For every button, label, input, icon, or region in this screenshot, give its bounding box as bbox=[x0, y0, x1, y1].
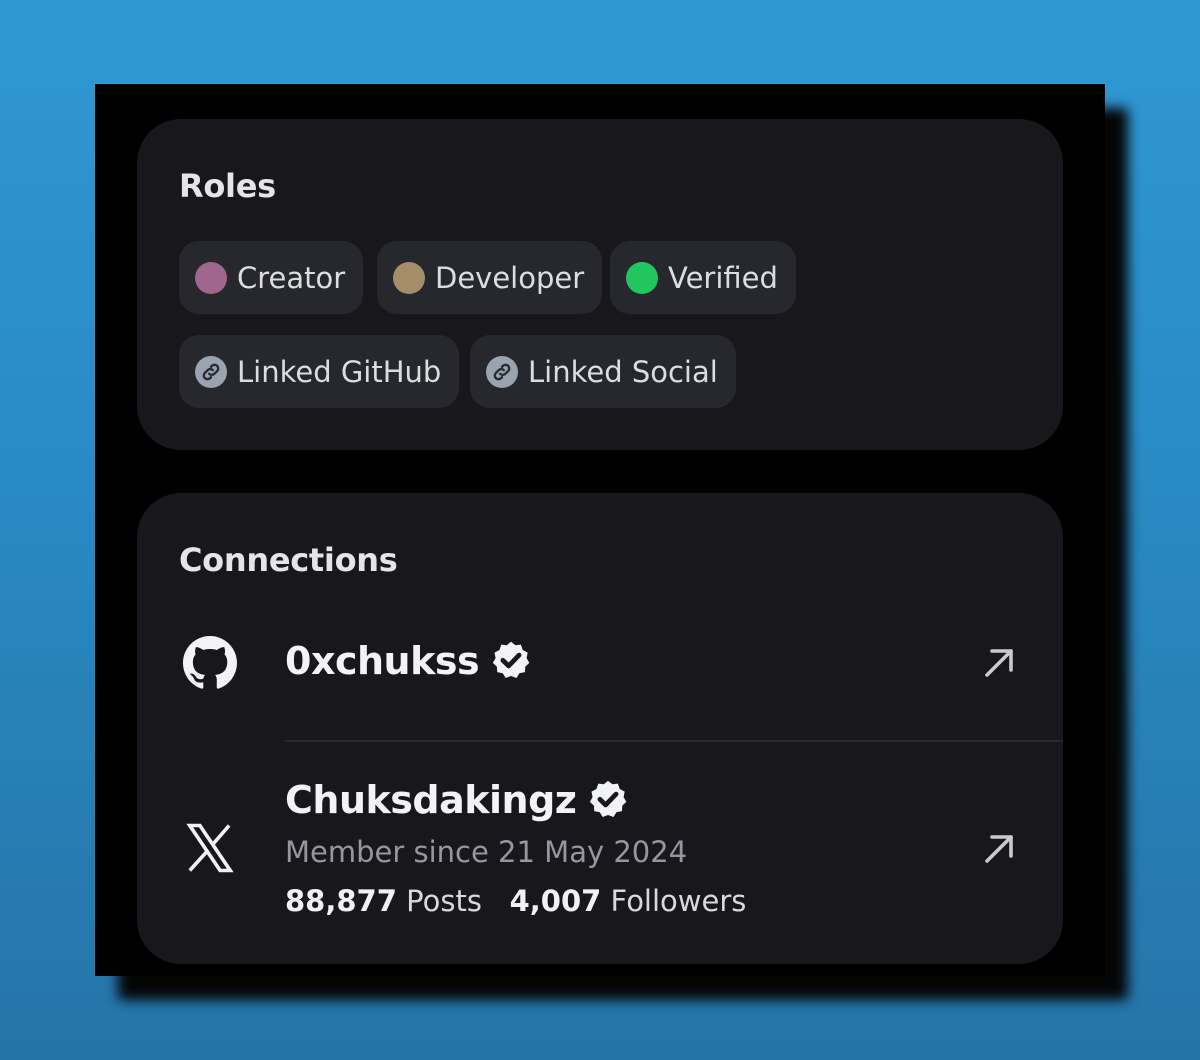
role-pill-linked-github[interactable]: Linked GitHub bbox=[179, 335, 460, 408]
role-color-dot bbox=[195, 261, 227, 294]
role-label: Verified bbox=[668, 260, 778, 295]
connection-handle: 0xchukss bbox=[285, 639, 533, 683]
role-label: Developer bbox=[435, 260, 585, 295]
github-icon bbox=[183, 636, 237, 694]
open-external-arrow-icon[interactable] bbox=[979, 829, 1019, 869]
connection-handle: Chuksdakingz bbox=[285, 778, 630, 822]
member-since-text: Member since 21 May 2024 bbox=[285, 835, 688, 869]
link-icon bbox=[486, 355, 518, 388]
posts-label: Posts bbox=[406, 884, 482, 918]
x-handle: Chuksdakingz bbox=[285, 778, 577, 822]
github-handle: 0xchukss bbox=[285, 639, 480, 683]
connections-card: Connections 0xchukss Chuksdakingz Member… bbox=[137, 493, 1063, 964]
role-label: Linked Social bbox=[528, 354, 718, 389]
role-pill-developer[interactable]: Developer bbox=[377, 241, 603, 314]
x-icon bbox=[183, 821, 237, 879]
posts-count: 88,877 bbox=[285, 884, 397, 918]
roles-card: Roles Creator Developer Verified Linked … bbox=[137, 119, 1063, 450]
connection-row-x[interactable]: Chuksdakingz Member since 21 May 2024 88… bbox=[137, 743, 1063, 964]
x-stats: 88,877 Posts 4,007 Followers bbox=[285, 884, 746, 918]
profile-panel: Roles Creator Developer Verified Linked … bbox=[95, 84, 1105, 976]
role-pill-verified[interactable]: Verified bbox=[610, 241, 796, 314]
link-icon bbox=[195, 355, 227, 388]
connection-row-github[interactable]: 0xchukss bbox=[137, 493, 1063, 741]
role-color-dot bbox=[393, 261, 425, 294]
verified-badge-icon bbox=[489, 639, 533, 683]
roles-title: Roles bbox=[179, 167, 276, 205]
role-label: Linked GitHub bbox=[237, 354, 442, 389]
role-color-dot bbox=[626, 261, 658, 294]
open-external-arrow-icon[interactable] bbox=[979, 643, 1019, 683]
verified-badge-icon bbox=[586, 778, 630, 822]
connection-divider bbox=[285, 740, 1063, 742]
followers-count: 4,007 bbox=[509, 884, 602, 918]
role-pill-creator[interactable]: Creator bbox=[179, 241, 364, 314]
followers-label: Followers bbox=[610, 884, 747, 918]
role-pill-linked-social[interactable]: Linked Social bbox=[470, 335, 736, 408]
role-label: Creator bbox=[237, 260, 346, 295]
